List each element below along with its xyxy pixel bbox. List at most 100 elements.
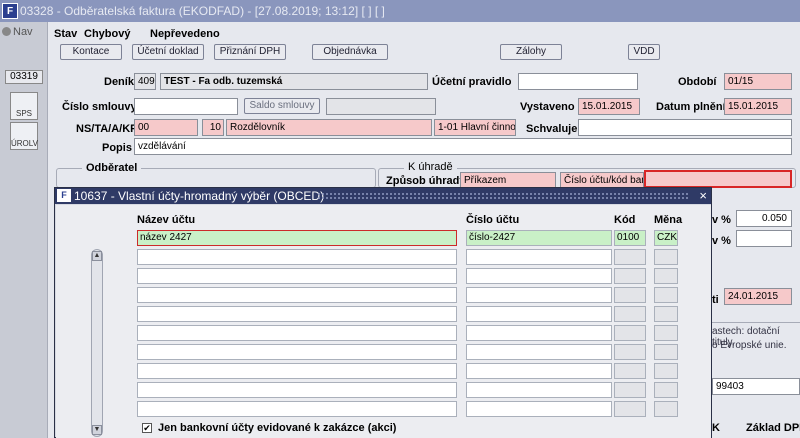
kontace-button[interactable]: Kontace [60, 44, 122, 60]
cell-mena[interactable] [654, 382, 678, 398]
datum-plneni-label: Datum plnění [656, 101, 726, 113]
id-field[interactable]: 99403 [712, 378, 800, 395]
saldo-smlouvy-button[interactable]: Saldo smlouvy [244, 98, 320, 114]
document-icon-label: ÚROLV [11, 139, 38, 148]
cell-nazev[interactable]: název 2427 [137, 230, 457, 246]
cell-cislo[interactable] [466, 382, 612, 398]
record-badge: 03319 [5, 70, 43, 84]
col-header-mena: Měna [654, 214, 683, 226]
cell-nazev[interactable] [137, 363, 457, 379]
priznani-dph-button[interactable]: Přiznání DPH [214, 44, 286, 60]
cell-mena[interactable] [654, 287, 678, 303]
cell-kod[interactable] [614, 363, 646, 379]
app-logo-icon: F [2, 3, 18, 19]
cell-kod[interactable] [614, 382, 646, 398]
ta-code-field[interactable]: 10 [202, 119, 224, 136]
ucetni-pravidlo-field[interactable] [518, 73, 638, 90]
ucetni-pravidlo-label: Účetní pravidlo [432, 76, 512, 88]
obdobi-label: Období [678, 76, 717, 88]
note-text-2: o Evropské unie. [712, 340, 787, 351]
datum-plneni-field[interactable]: 15.01.2015 [724, 98, 792, 115]
cell-nazev[interactable] [137, 344, 457, 360]
popis-field[interactable]: vzdělávání [134, 138, 792, 155]
vdd-button[interactable]: VDD [628, 44, 660, 60]
vertical-scrollbar[interactable]: ▲ ▼ [91, 249, 103, 437]
cell-cislo[interactable] [466, 287, 612, 303]
sps-icon-label: SPS [15, 109, 32, 118]
cell-kod[interactable] [614, 401, 646, 417]
cell-mena[interactable] [654, 249, 678, 265]
cell-nazev[interactable] [137, 249, 457, 265]
cell-mena[interactable] [654, 401, 678, 417]
checkbox-bankovni-ucty[interactable]: ✔ [142, 423, 152, 433]
cell-cislo[interactable] [466, 268, 612, 284]
dialog-titlebar[interactable]: F 10637 - Vlastní účty-hromadný výběr (O… [55, 188, 711, 204]
document-icon[interactable]: ÚROLV [10, 122, 38, 150]
cell-kod[interactable] [614, 287, 646, 303]
zalohy-button[interactable]: Zálohy [500, 44, 562, 60]
cell-kod[interactable] [614, 325, 646, 341]
cell-cislo[interactable] [466, 401, 612, 417]
window-titlebar: F 03328 - Odběratelská faktura (EKODFAD)… [0, 0, 800, 22]
cell-kod[interactable]: 0100 [614, 230, 646, 246]
cell-cislo[interactable] [466, 344, 612, 360]
cell-cislo[interactable] [466, 249, 612, 265]
cell-nazev[interactable] [137, 382, 457, 398]
vlastni-ucty-dialog: F 10637 - Vlastní účty-hromadný výběr (O… [54, 187, 712, 438]
nav-label: Nav [13, 26, 33, 38]
cell-cislo[interactable] [466, 325, 612, 341]
obdobi-field[interactable]: 01/15 [724, 73, 792, 90]
smlouva-readonly-field [326, 98, 436, 115]
window-title: 03328 - Odběratelská faktura (EKODFAD) -… [20, 4, 385, 18]
cell-nazev[interactable] [137, 401, 457, 417]
objednavka-button[interactable]: Objednávka [312, 44, 388, 60]
footer-zaklad-dph-label: Základ DPH [746, 422, 800, 434]
sps-icon[interactable]: SPS [10, 92, 38, 120]
cell-mena[interactable] [654, 363, 678, 379]
stav-value: Chybový [84, 28, 131, 40]
ns-field[interactable]: 00 [134, 119, 198, 136]
scroll-down-icon[interactable]: ▼ [92, 425, 102, 435]
col-header-nazev: Název účtu [137, 214, 196, 226]
vystaveno-field[interactable]: 15.01.2015 [578, 98, 640, 115]
kp-field[interactable]: 1-01 Hlavní činnost [434, 119, 516, 136]
pct1-label: v % [712, 214, 731, 226]
dialog-logo-icon: F [57, 189, 71, 202]
zpusob-uhrady-label: Způsob úhrady [386, 175, 466, 187]
pct2-label: v % [712, 235, 731, 247]
cell-kod[interactable] [614, 344, 646, 360]
pct2-field[interactable] [736, 230, 792, 247]
ucetni-doklad-button[interactable]: Účetní doklad [132, 44, 204, 60]
pct1-field[interactable]: 0.050 [736, 210, 792, 227]
denik-code-field[interactable]: 409 [134, 73, 156, 90]
cislo-smlouvy-label: Číslo smlouvy [62, 101, 137, 113]
cell-kod[interactable] [614, 249, 646, 265]
bank-account-field[interactable] [644, 170, 792, 188]
cell-mena[interactable]: CZK [654, 230, 678, 246]
close-icon[interactable]: × [699, 188, 707, 204]
nav-radio-icon [2, 27, 11, 36]
col-header-kod: Kód [614, 214, 636, 226]
scroll-up-icon[interactable]: ▲ [92, 251, 102, 261]
cell-nazev[interactable] [137, 287, 457, 303]
date-field[interactable]: 24.01.2015 [724, 288, 792, 305]
cell-mena[interactable] [654, 325, 678, 341]
schvaluje-field[interactable] [578, 119, 792, 136]
cell-kod[interactable] [614, 268, 646, 284]
cell-nazev[interactable] [137, 268, 457, 284]
titlebar-grip [317, 192, 689, 200]
cell-cislo[interactable] [466, 363, 612, 379]
cell-mena[interactable] [654, 268, 678, 284]
checkbox-bankovni-ucty-label: Jen bankovní účty evidované k zakázce (a… [158, 422, 397, 434]
cell-mena[interactable] [654, 344, 678, 360]
cell-nazev[interactable] [137, 325, 457, 341]
cell-nazev[interactable] [137, 306, 457, 322]
nav-toggle[interactable]: Nav [2, 26, 33, 38]
cell-mena[interactable] [654, 306, 678, 322]
denik-label: Deník [104, 76, 134, 88]
cell-kod[interactable] [614, 306, 646, 322]
cell-cislo[interactable] [466, 306, 612, 322]
cell-cislo[interactable]: číslo-2427 [466, 230, 612, 246]
footer-k-label: K [712, 422, 720, 434]
cislo-smlouvy-field[interactable] [134, 98, 238, 115]
